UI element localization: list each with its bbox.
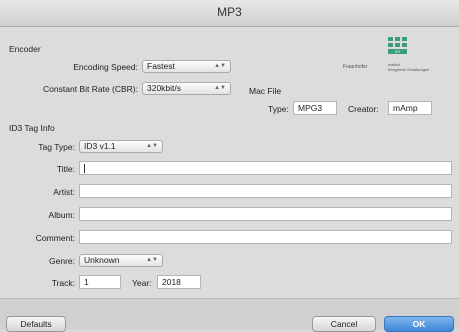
creator-label: Creator:: [348, 104, 379, 114]
logo-abbr: IIS: [388, 49, 407, 54]
button-bar: Defaults Cancel OK: [0, 298, 459, 332]
year-label: Year:: [132, 278, 152, 288]
chevron-updown-icon: ▲▼: [214, 85, 226, 91]
encoder-section-label: Encoder: [9, 44, 41, 54]
encoding-speed-value: Fastest: [147, 61, 175, 71]
window-title: MP3: [0, 0, 459, 27]
title-field[interactable]: [79, 161, 452, 175]
text-caret: [84, 164, 85, 174]
chevron-updown-icon: ▲▼: [214, 63, 226, 69]
comment-label: Comment:: [35, 233, 75, 243]
album-label: Album:: [48, 210, 75, 220]
mp3-options-panel: Encoder Encoding Speed: Fastest ▲▼ Const…: [0, 27, 459, 298]
track-field[interactable]: 1: [79, 275, 121, 289]
cbr-label: Constant Bit Rate (CBR):: [43, 84, 138, 94]
artist-label: Artist:: [53, 187, 75, 197]
album-field[interactable]: [79, 207, 452, 221]
title-label: Title:: [56, 164, 75, 174]
defaults-button[interactable]: Defaults: [6, 316, 66, 332]
tag-type-select[interactable]: ID3 v1.1 ▲▼: [79, 140, 163, 153]
id3-section-label: ID3 Tag Info: [9, 123, 55, 133]
chevron-updown-icon: ▲▼: [146, 143, 158, 149]
type-field[interactable]: MPG3: [293, 101, 337, 115]
logo-line-2: Integrierte Schaltungen: [388, 67, 430, 72]
genre-label: Genre:: [49, 256, 75, 266]
track-label: Track:: [51, 278, 75, 288]
encoding-speed-select[interactable]: Fastest ▲▼: [142, 60, 231, 73]
cbr-select[interactable]: 320kbit/s ▲▼: [142, 82, 231, 95]
encoding-speed-label: Encoding Speed:: [73, 62, 138, 72]
chevron-updown-icon: ▲▼: [146, 257, 158, 263]
fraunhofer-logo: IIS: [388, 37, 407, 54]
artist-field[interactable]: [79, 184, 452, 198]
genre-select[interactable]: Unknown ▲▼: [79, 254, 163, 267]
genre-value: Unknown: [84, 255, 120, 265]
tag-type-label: Tag Type:: [38, 142, 75, 152]
logo-subtitle: Institut Integrierte Schaltungen: [388, 62, 429, 72]
creator-field[interactable]: mAmp: [388, 101, 432, 115]
comment-field[interactable]: [79, 230, 452, 244]
cancel-button[interactable]: Cancel: [312, 316, 376, 332]
ok-button[interactable]: OK: [384, 316, 454, 332]
logo-name: Fraunhofer: [343, 64, 368, 70]
tag-type-value: ID3 v1.1: [84, 141, 116, 151]
type-label: Type:: [268, 104, 289, 114]
mac-file-section-label: Mac File: [249, 86, 282, 96]
cbr-value: 320kbit/s: [147, 83, 182, 93]
year-field[interactable]: 2018: [157, 275, 201, 289]
